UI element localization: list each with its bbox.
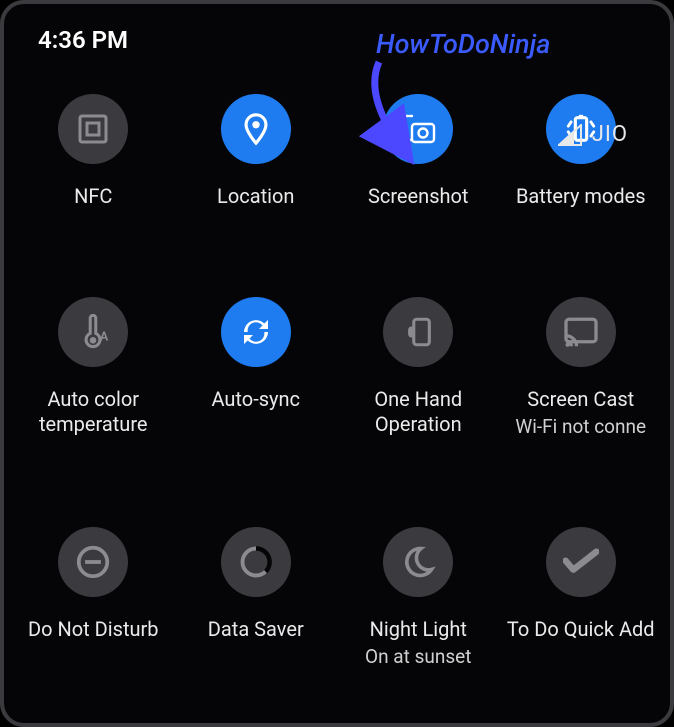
status-time: 4:36 PM <box>38 26 128 54</box>
tile-battery: Battery modes <box>500 94 663 209</box>
tile-label: To Do Quick Add <box>507 617 655 642</box>
tile-datasaver: Data Saver <box>175 527 338 669</box>
autotemp-icon: A <box>76 314 110 350</box>
signal-icon <box>558 124 582 146</box>
tile-todo: To Do Quick Add <box>500 527 663 669</box>
tile-sublabel: Wi-Fi not conne <box>515 416 646 439</box>
todo-icon <box>563 548 599 576</box>
datasaver-icon <box>238 544 274 580</box>
location-icon <box>239 112 273 146</box>
tile-label: One Hand Operation <box>341 387 496 437</box>
tile-sublabel: On at sunset <box>365 646 471 669</box>
autotemp-toggle[interactable]: A <box>58 297 128 367</box>
tile-label: Screenshot <box>368 184 468 209</box>
screenshot-icon <box>398 112 438 146</box>
svg-text:A: A <box>100 329 109 344</box>
tile-cast: Screen Cast Wi-Fi not conne <box>500 297 663 439</box>
tile-autotemp: A Auto color temperature <box>12 297 175 439</box>
tile-label: NFC <box>74 184 112 209</box>
night-toggle[interactable] <box>383 527 453 597</box>
screenshot-toggle[interactable] <box>383 94 453 164</box>
night-icon <box>400 544 436 580</box>
tile-label: Auto color temperature <box>16 387 171 437</box>
cast-toggle[interactable] <box>546 297 616 367</box>
carrier-label: JIO <box>592 122 628 147</box>
location-toggle[interactable] <box>221 94 291 164</box>
dnd-icon <box>74 543 112 581</box>
tile-onehand: One Hand Operation <box>337 297 500 439</box>
datasaver-toggle[interactable] <box>221 527 291 597</box>
tile-label: Location <box>217 184 294 209</box>
annotation-text: HowToDoNinja <box>376 28 550 60</box>
tile-nfc: NFC <box>12 94 175 209</box>
tile-sync: Auto-sync <box>175 297 338 439</box>
status-bar: 4:36 PM <box>4 4 670 58</box>
onehand-icon <box>401 315 435 349</box>
tile-dnd: Do Not Disturb <box>12 527 175 669</box>
sync-icon <box>238 314 274 350</box>
tile-label: Screen Cast <box>527 387 634 412</box>
cast-icon <box>563 316 599 348</box>
tiles-grid: NFC Location Screenshot Battery modes A Auto … <box>4 58 670 669</box>
sync-toggle[interactable] <box>221 297 291 367</box>
status-right: JIO <box>558 122 628 147</box>
nfc-toggle[interactable] <box>58 94 128 164</box>
tile-label: Data Saver <box>208 617 304 642</box>
tile-screenshot: Screenshot <box>337 94 500 209</box>
tile-label: Night Light <box>370 617 467 642</box>
nfc-icon <box>75 111 111 147</box>
tile-label: Do Not Disturb <box>28 617 159 642</box>
onehand-toggle[interactable] <box>383 297 453 367</box>
tile-night: Night Light On at sunset <box>337 527 500 669</box>
dnd-toggle[interactable] <box>58 527 128 597</box>
tile-label: Battery modes <box>516 184 646 209</box>
todo-toggle[interactable] <box>546 527 616 597</box>
tile-location: Location <box>175 94 338 209</box>
tile-label: Auto-sync <box>211 387 300 412</box>
quick-settings-panel: 4:36 PM JIO HowToDoNinja NFC Location Scre… <box>0 0 674 727</box>
